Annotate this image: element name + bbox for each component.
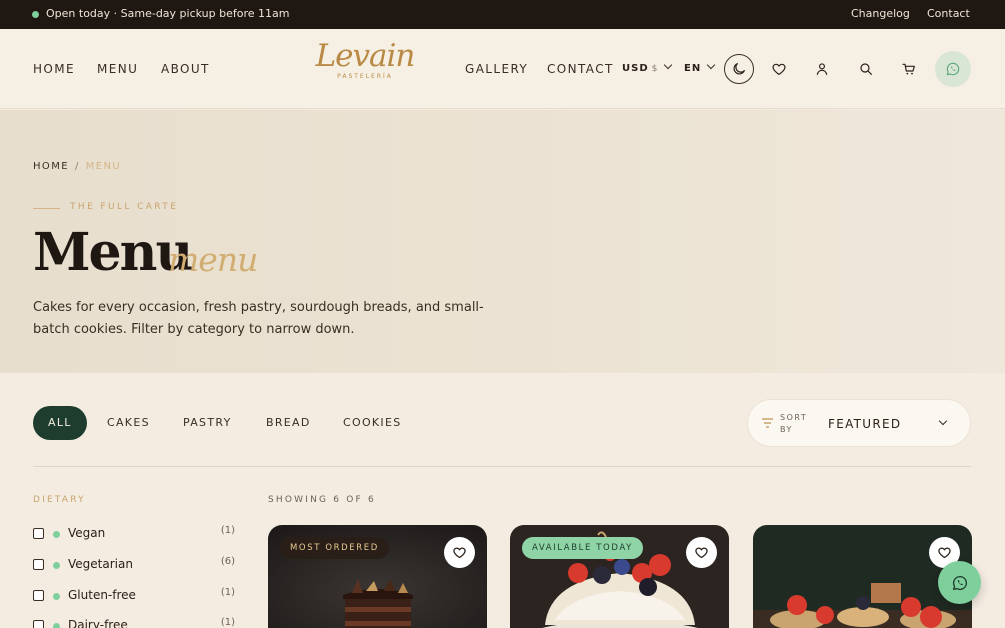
site-header: HOME MENU ABOUT Levain PASTELERÍA GALLER… [0, 29, 1005, 109]
nav-home[interactable]: HOME [33, 62, 75, 76]
sort-value: FEATURED [828, 417, 902, 431]
breadcrumb: HOME / MENU [33, 161, 121, 172]
heart-icon [772, 63, 786, 75]
dietary-dot-icon [53, 531, 60, 538]
logo-wordmark: Levain [315, 38, 416, 74]
status-dot-icon [32, 11, 39, 18]
dietary-count: (1) [220, 525, 235, 536]
breadcrumb-home[interactable]: HOME [33, 161, 69, 172]
sort-label: SORT BY [780, 413, 808, 434]
whatsapp-chat-button[interactable] [938, 561, 981, 604]
dietary-label: Dairy-free [68, 618, 128, 628]
checkbox[interactable] [33, 559, 44, 570]
changelog-link[interactable]: Changelog [851, 7, 910, 20]
filter-bread[interactable]: BREAD [266, 406, 311, 440]
page-description: Cakes for every occasion, fresh pastry, … [33, 300, 484, 337]
logo[interactable]: Levain PASTELERÍA [313, 38, 417, 80]
moon-icon [733, 63, 745, 75]
product-badge: MOST ORDERED [280, 537, 389, 559]
filter-divider [33, 466, 971, 467]
nav-gallery[interactable]: GALLERY [465, 62, 528, 76]
dietary-count: (1) [220, 617, 235, 628]
breadcrumb-current: MENU [85, 161, 122, 172]
heart-icon [695, 547, 708, 559]
whatsapp-header-button[interactable] [935, 51, 971, 87]
chevron-down-icon [938, 416, 948, 426]
logo-subtitle: PASTELERÍA [337, 73, 393, 80]
search-icon [860, 63, 872, 75]
filter-cakes[interactable]: CAKES [107, 406, 150, 440]
product-badge: AVAILABLE TODAY [522, 537, 643, 559]
theme-toggle-button[interactable] [724, 54, 754, 84]
user-icon [816, 63, 828, 75]
dietary-dot-icon [53, 562, 60, 569]
heart-icon [453, 547, 466, 559]
dietary-count: (6) [220, 556, 235, 567]
dietary-option-vegetarian[interactable]: Vegetarian (6) [33, 555, 235, 575]
heart-icon [938, 547, 951, 559]
sort-select[interactable]: SORT BY FEATURED [747, 399, 971, 447]
announcement-text: Open today · Same-day pickup before 11am [46, 7, 290, 20]
product-card[interactable]: AVAILABLE TODAY [510, 525, 729, 628]
contact-link[interactable]: Contact [927, 7, 970, 20]
cart-icon [902, 63, 915, 75]
dietary-heading: DIETARY [33, 495, 86, 505]
filter-all[interactable]: ALL [33, 406, 87, 440]
dietary-dot-icon [53, 623, 60, 628]
checkbox[interactable] [33, 620, 44, 628]
sort-lines-icon [762, 418, 773, 428]
favorite-button[interactable] [686, 537, 717, 568]
account-button[interactable] [807, 54, 837, 84]
dietary-option-vegan[interactable]: Vegan (1) [33, 524, 235, 544]
chevron-down-icon [664, 60, 673, 70]
eyebrow-rule [33, 208, 60, 209]
language-code: EN [684, 63, 702, 74]
dietary-label: Vegetarian [68, 557, 133, 571]
dietary-option-gluten-free[interactable]: Gluten-free (1) [33, 586, 235, 606]
nav-menu[interactable]: MENU [97, 62, 138, 76]
dietary-count: (1) [220, 587, 235, 598]
dietary-label: Gluten-free [68, 588, 136, 602]
favorite-button[interactable] [444, 537, 475, 568]
product-card[interactable]: MOST ORDERED [268, 525, 487, 628]
wishlist-button[interactable] [764, 54, 794, 84]
page-hero: HOME / MENU THE FULL CARTE Menu menu Cakes… [0, 110, 1005, 373]
whatsapp-icon [946, 62, 960, 76]
page-title-script: menu [168, 240, 258, 279]
checkbox[interactable] [33, 590, 44, 601]
currency-code: USD [622, 63, 649, 74]
announcement-bar: Open today · Same-day pickup before 11am… [0, 0, 1005, 29]
dietary-option-dairy-free[interactable]: Dairy-free (1) [33, 616, 235, 628]
breadcrumb-separator: / [74, 161, 80, 172]
checkbox[interactable] [33, 528, 44, 539]
currency-symbol: $ [651, 64, 659, 74]
dietary-dot-icon [53, 593, 60, 600]
nav-contact[interactable]: CONTACT [547, 62, 614, 76]
cart-button[interactable] [894, 54, 924, 84]
search-button[interactable] [851, 54, 881, 84]
language-selector[interactable]: EN [684, 60, 716, 74]
results-count: SHOWING 6 OF 6 [268, 495, 376, 505]
chevron-down-icon [706, 60, 716, 70]
filter-pastry[interactable]: PASTRY [183, 406, 232, 440]
currency-selector[interactable]: USD $ [622, 60, 673, 74]
nav-about[interactable]: ABOUT [161, 62, 210, 76]
filter-cookies[interactable]: COOKIES [343, 406, 402, 440]
eyebrow-label: THE FULL CARTE [70, 202, 179, 212]
dietary-label: Vegan [68, 526, 106, 540]
whatsapp-icon [952, 575, 967, 590]
